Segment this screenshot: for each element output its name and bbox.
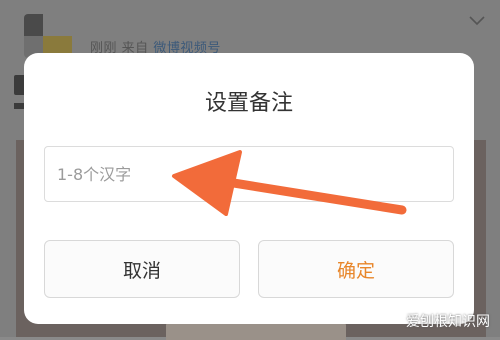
remark-input-box[interactable] xyxy=(44,146,454,202)
avatar xyxy=(24,14,72,58)
cancel-button[interactable]: 取消 xyxy=(44,240,240,298)
confirm-button[interactable]: 确定 xyxy=(258,240,454,298)
remark-dialog: 设置备注 取消 确定 xyxy=(24,53,474,324)
dialog-title: 设置备注 xyxy=(204,91,293,116)
watermark: 爱刨根知识网 xyxy=(406,314,490,330)
remark-input[interactable] xyxy=(45,147,453,201)
chevron-down-icon xyxy=(469,16,485,26)
